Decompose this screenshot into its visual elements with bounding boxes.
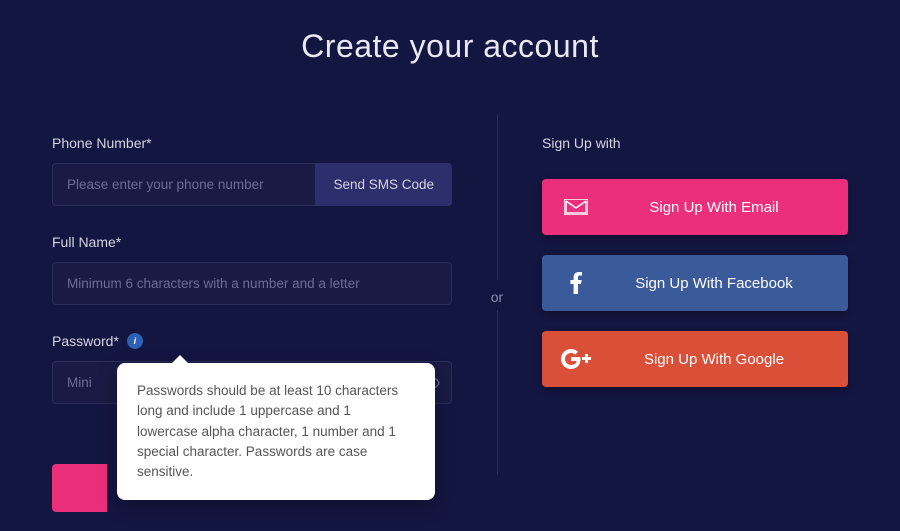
divider-line-top [497,115,498,280]
submit-button-partial[interactable] [52,464,107,512]
signup-heading: Sign Up with [542,135,848,151]
signup-google-label: Sign Up With Google [610,351,848,368]
google-plus-icon [542,349,610,369]
page-title: Create your account [0,0,900,65]
phone-input[interactable] [52,163,317,206]
signup-facebook-label: Sign Up With Facebook [610,275,848,292]
divider-line-bottom [497,310,498,475]
divider: or [452,135,542,432]
form-column: Phone Number* Send SMS Code Full Name* P… [52,135,452,432]
password-group: Password* i Passwords should be at least… [52,333,452,404]
fullname-input[interactable] [52,262,452,305]
name-label: Full Name* [52,234,452,250]
phone-label: Phone Number* [52,135,452,151]
signup-email-label: Sign Up With Email [610,199,848,216]
name-row [52,262,452,305]
info-icon[interactable]: i [127,333,143,349]
password-tooltip: Passwords should be at least 10 characte… [117,363,435,500]
signup-facebook-button[interactable]: Sign Up With Facebook [542,255,848,311]
email-icon [542,199,610,215]
signup-google-button[interactable]: Sign Up With Google [542,331,848,387]
phone-row: Send SMS Code [52,163,452,206]
password-label: Password* [52,333,119,349]
facebook-icon [542,272,610,294]
signup-email-button[interactable]: Sign Up With Email [542,179,848,235]
send-sms-button[interactable]: Send SMS Code [315,163,452,206]
or-text: or [491,285,503,309]
social-column: Sign Up with Sign Up With Email Sign Up … [542,135,848,432]
signup-container: Phone Number* Send SMS Code Full Name* P… [0,135,900,432]
